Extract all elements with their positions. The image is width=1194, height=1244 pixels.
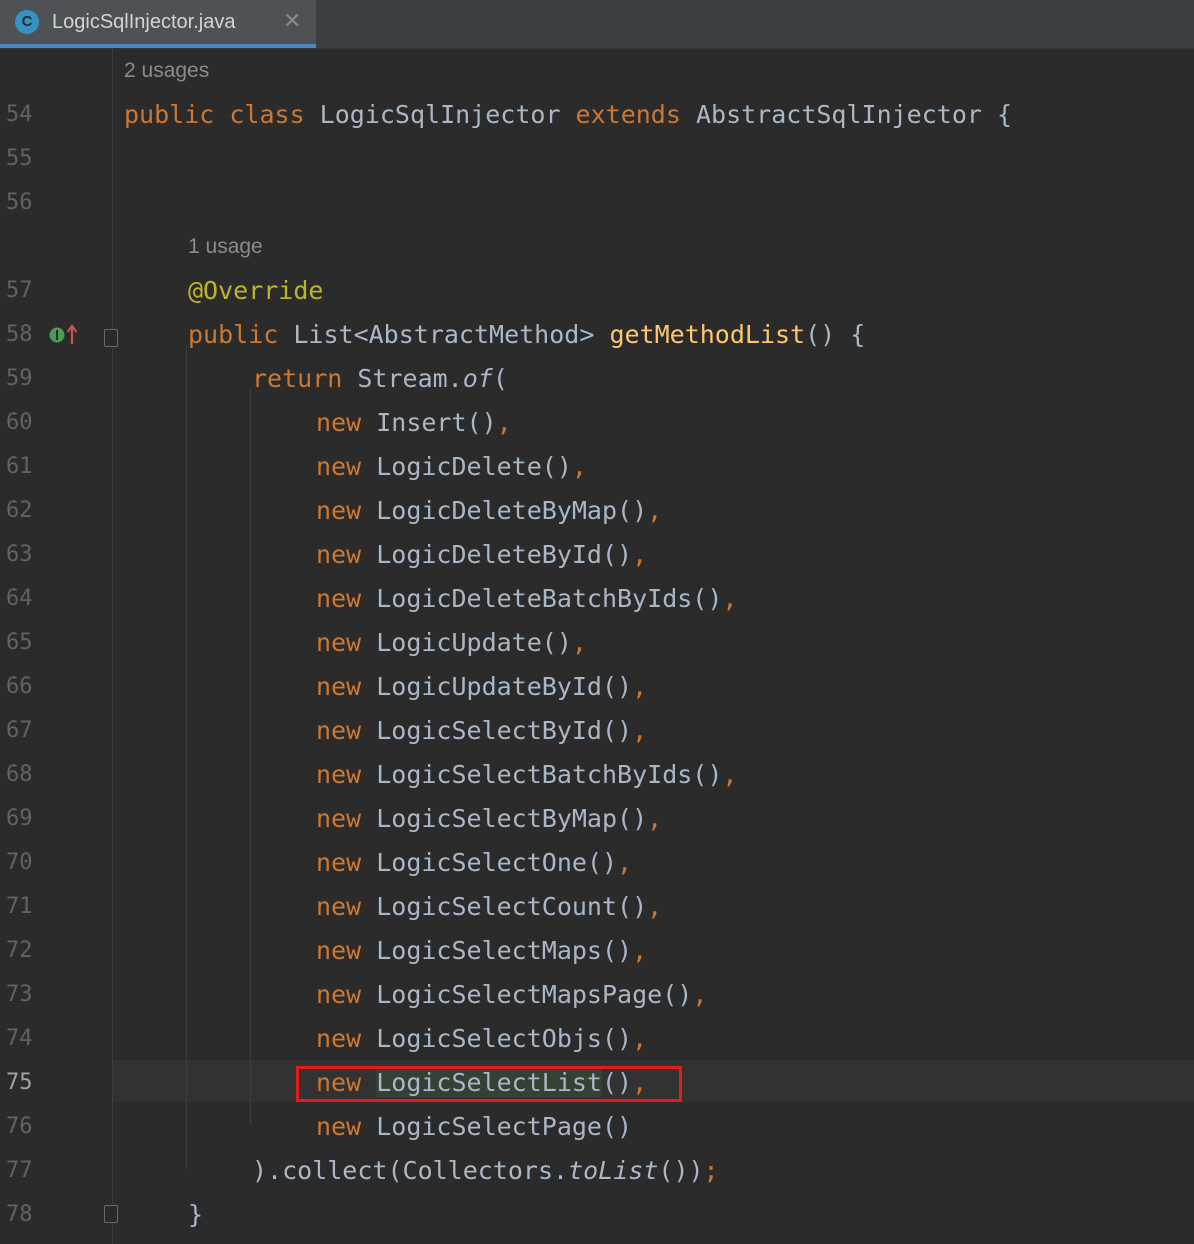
code-line-73: new LogicSelectMapsPage(), (316, 980, 708, 1009)
line-number: 74 (6, 1026, 33, 1051)
usages-hint[interactable]: 1 usage (188, 225, 263, 269)
line-number: 64 (6, 586, 33, 611)
line-number: 54 (6, 102, 33, 127)
line-number: 55 (6, 146, 33, 171)
code-line-70: new LogicSelectOne(), (316, 848, 633, 877)
usages-hint[interactable]: 2 usages (124, 49, 209, 93)
java-class-icon: C (15, 10, 39, 34)
line-number: 69 (6, 806, 33, 831)
code-line-61: new LogicDelete(), (316, 452, 587, 481)
code-line-65: new LogicUpdate(), (316, 628, 587, 657)
fold-start-icon[interactable] (104, 329, 118, 347)
code-line-72: new LogicSelectMaps(), (316, 936, 648, 965)
code-line-69: new LogicSelectByMap(), (316, 804, 663, 833)
line-number: 65 (6, 630, 33, 655)
line-number: 60 (6, 410, 33, 435)
code-line-74: new LogicSelectObjs(), (316, 1024, 648, 1053)
line-number: 58 (6, 322, 33, 347)
code-line-64: new LogicDeleteBatchByIds(), (316, 584, 738, 613)
tab-title: LogicSqlInjector.java (52, 11, 236, 33)
line-number: 73 (6, 982, 33, 1007)
code-line-60: new Insert(), (316, 408, 512, 437)
line-number: 57 (6, 278, 33, 303)
line-number: 76 (6, 1114, 33, 1139)
code-line-71: new LogicSelectCount(), (316, 892, 663, 921)
line-number: 67 (6, 718, 33, 743)
code-line-68: new LogicSelectBatchByIds(), (316, 760, 738, 789)
line-number: 62 (6, 498, 33, 523)
highlight-box (296, 1066, 682, 1102)
code-line-77: ).collect(Collectors.toList()); (252, 1156, 719, 1185)
code-line-78: } (188, 1200, 204, 1229)
code-line-58: public List<AbstractMethod> getMethodLis… (188, 320, 866, 349)
line-number: 61 (6, 454, 33, 479)
code-line-63: new LogicDeleteById(), (316, 540, 648, 569)
line-number: 75 (6, 1070, 33, 1095)
code-line-66: new LogicUpdateById(), (316, 672, 648, 701)
line-number: 77 (6, 1158, 33, 1183)
code-line-57: @Override (188, 276, 324, 305)
editor-tab-bar: C LogicSqlInjector.java ✕ (0, 0, 1194, 49)
line-number: 68 (6, 762, 33, 787)
line-number: 78 (6, 1202, 33, 1227)
line-number: 71 (6, 894, 33, 919)
indent-guide (250, 389, 251, 1125)
line-number: 56 (6, 190, 33, 215)
code-line-62: new LogicDeleteByMap(), (316, 496, 663, 525)
gutter-divider (112, 49, 113, 1244)
close-icon[interactable]: ✕ (283, 9, 301, 33)
code-line-54: public class LogicSqlInjector extends Ab… (124, 100, 1013, 129)
tab-logicsqlinjector[interactable]: C LogicSqlInjector.java ✕ (0, 0, 316, 48)
line-number: 63 (6, 542, 33, 567)
line-number: 59 (6, 366, 33, 391)
code-editor[interactable]: 54 55 56 57 58 59 60 61 62 63 64 65 66 67 68 69 70 71 72 73… (0, 49, 1194, 1244)
line-number: 72 (6, 938, 33, 963)
code-line-76: new LogicSelectPage() (316, 1112, 633, 1141)
code-line-59: return Stream.of( (252, 364, 508, 393)
line-number: 66 (6, 674, 33, 699)
line-number: 70 (6, 850, 33, 875)
fold-end-icon[interactable] (104, 1205, 118, 1223)
code-line-67: new LogicSelectById(), (316, 716, 648, 745)
indent-guide (186, 345, 187, 1169)
